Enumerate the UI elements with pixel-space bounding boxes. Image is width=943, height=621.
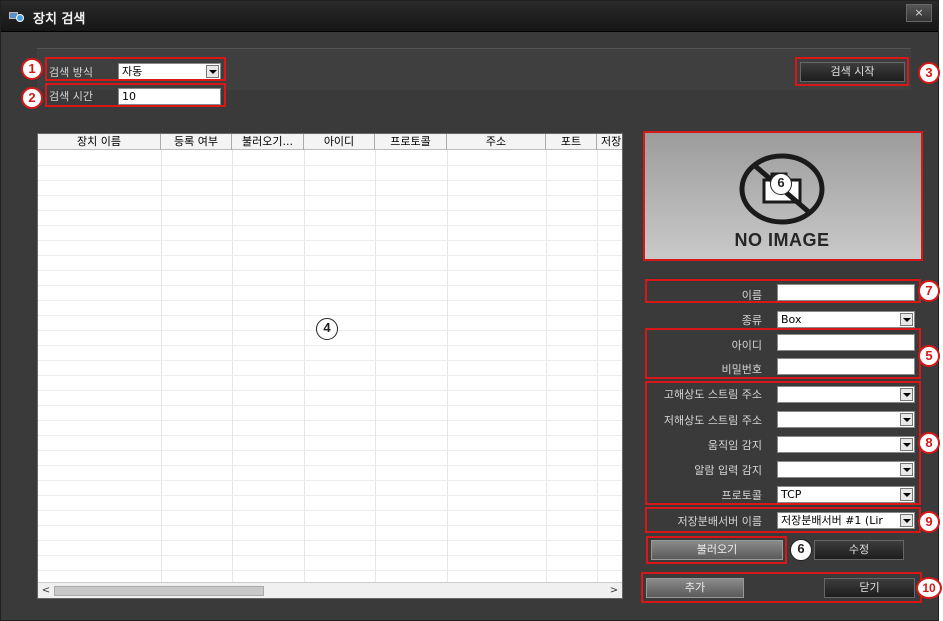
annotation-badge-10: 10 (916, 577, 942, 599)
table-row[interactable] (38, 375, 622, 376)
column-header[interactable]: 포트 (546, 134, 597, 150)
table-row[interactable] (38, 480, 622, 481)
table-row[interactable] (38, 315, 622, 316)
table-row[interactable] (38, 420, 622, 421)
table-row[interactable] (38, 435, 622, 436)
window-title: 장치 검색 (33, 12, 86, 27)
table-row[interactable] (38, 210, 622, 211)
scrollbar-thumb[interactable] (54, 586, 264, 596)
table-row[interactable] (38, 255, 622, 256)
annotation-box-1 (45, 57, 226, 81)
device-search-window: 장치 검색 × 검색 방식 자동 검색 시간 10 검색 시작 장치 이름 등록… (0, 0, 942, 621)
table-row[interactable] (38, 180, 622, 181)
title-bar[interactable]: 장치 검색 × (1, 1, 938, 32)
annotation-badge-5: 5 (918, 345, 940, 367)
close-window-button[interactable]: × (906, 4, 932, 22)
table-row[interactable] (38, 165, 622, 166)
table-row[interactable] (38, 525, 622, 526)
table-row[interactable] (38, 495, 622, 496)
annotation-box-6-load (646, 536, 787, 564)
annotation-box-8 (645, 381, 921, 505)
type-select[interactable]: Box (777, 311, 915, 328)
column-header[interactable]: 아이디 (304, 134, 375, 150)
table-header: 장치 이름 등록 여부 불러오기... 아이디 프로토콜 주소 포트 저장 (38, 134, 622, 150)
annotation-badge-8: 8 (918, 432, 940, 454)
table-row[interactable] (38, 270, 622, 271)
annotation-box-5 (645, 328, 921, 379)
column-header[interactable]: 저장 (597, 134, 622, 150)
table-column-line (546, 150, 547, 582)
table-row[interactable] (38, 570, 622, 571)
column-header[interactable]: 주소 (447, 134, 546, 150)
column-header[interactable]: 프로토콜 (375, 134, 447, 150)
table-row[interactable] (38, 405, 622, 406)
table-row[interactable] (38, 540, 622, 541)
table-row[interactable] (38, 465, 622, 466)
annotation-box-9 (645, 507, 921, 533)
device-table[interactable]: 장치 이름 등록 여부 불러오기... 아이디 프로토콜 주소 포트 저장 < … (37, 133, 623, 599)
scroll-left-icon[interactable]: < (38, 583, 54, 598)
scroll-right-icon[interactable]: > (606, 583, 622, 598)
table-row[interactable] (38, 285, 622, 286)
type-label: 종류 (741, 314, 762, 327)
table-row[interactable] (38, 510, 622, 511)
column-header[interactable]: 등록 여부 (161, 134, 232, 150)
table-column-line (304, 150, 305, 582)
type-value: Box (781, 313, 802, 326)
column-header[interactable]: 불러오기... (232, 134, 304, 150)
table-row[interactable] (38, 195, 622, 196)
table-column-line (447, 150, 448, 582)
annotation-badge-6-load: 6 (790, 539, 812, 561)
table-column-line (232, 150, 233, 582)
annotation-box-6-preview (643, 131, 923, 261)
table-row[interactable] (38, 390, 622, 391)
table-row[interactable] (38, 240, 622, 241)
annotation-box-2 (45, 83, 226, 107)
table-row[interactable] (38, 345, 622, 346)
table-column-line (375, 150, 376, 582)
search-device-icon (9, 12, 24, 22)
column-header[interactable]: 장치 이름 (38, 134, 161, 150)
table-row[interactable] (38, 450, 622, 451)
horizontal-scrollbar[interactable]: < > (38, 582, 622, 598)
table-row[interactable] (38, 555, 622, 556)
chevron-down-icon[interactable] (900, 313, 913, 326)
edit-button[interactable]: 수정 (814, 540, 904, 560)
table-row[interactable] (38, 225, 622, 226)
table-row[interactable] (38, 300, 622, 301)
annotation-badge-3: 3 (918, 62, 940, 84)
annotation-badge-4: 4 (316, 318, 338, 340)
annotation-box-7 (645, 279, 921, 303)
annotation-box-3 (795, 57, 909, 86)
annotation-badge-7: 7 (918, 280, 940, 302)
annotation-box-10 (641, 572, 922, 603)
annotation-badge-2: 2 (21, 87, 43, 109)
table-column-line (161, 150, 162, 582)
annotation-badge-1: 1 (21, 58, 43, 80)
annotation-badge-9: 9 (918, 511, 940, 533)
table-row[interactable] (38, 360, 622, 361)
annotation-badge-6-preview: 6 (770, 173, 792, 195)
table-column-line (597, 150, 598, 582)
